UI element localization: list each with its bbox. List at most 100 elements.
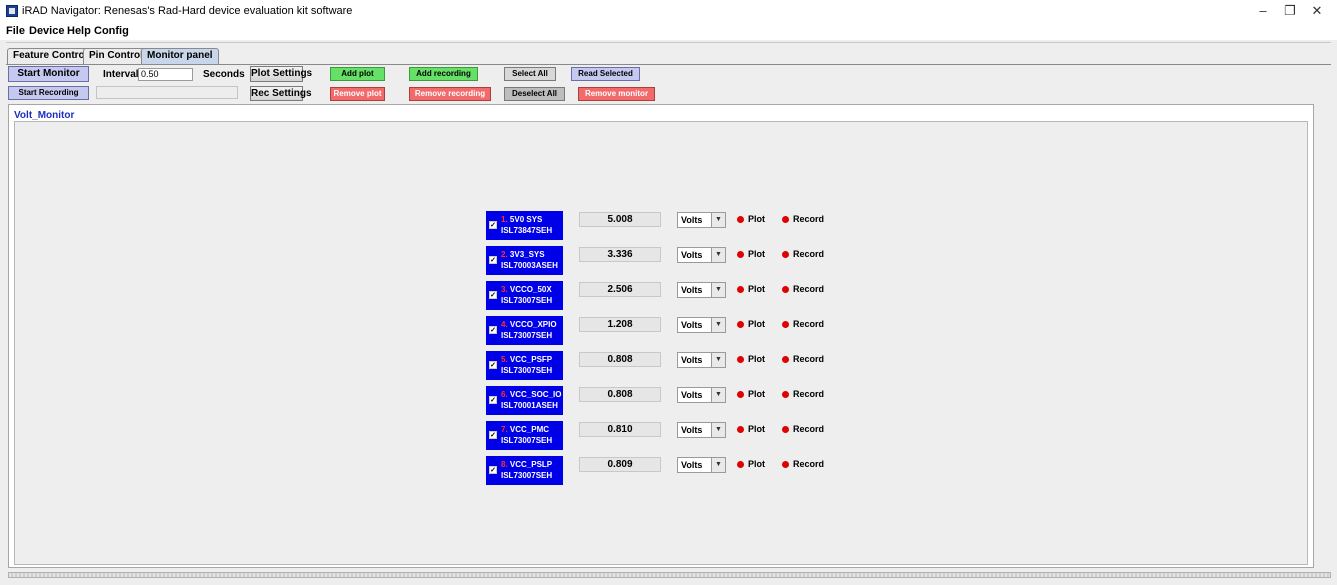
menu-config[interactable]: Config bbox=[94, 25, 129, 37]
channel-value: 0.808 bbox=[579, 352, 661, 367]
channel-value: 0.810 bbox=[579, 422, 661, 437]
channel-label[interactable]: ✓ 2. 3V3_SYS ISL70003ASEH bbox=[486, 246, 563, 275]
tab-monitor-panel[interactable]: Monitor panel bbox=[141, 48, 219, 65]
channel-label[interactable]: ✓ 6. VCC_SOC_IO ISL70001ASEH bbox=[486, 386, 563, 415]
record-toggle-label[interactable]: Record bbox=[793, 459, 824, 469]
plot-toggle-label[interactable]: Plot bbox=[748, 214, 765, 224]
record-status-dot-icon[interactable] bbox=[782, 461, 789, 468]
record-status-dot-icon[interactable] bbox=[782, 321, 789, 328]
channel-value: 0.809 bbox=[579, 457, 661, 472]
chevron-down-icon[interactable]: ▼ bbox=[711, 213, 725, 227]
channel-label[interactable]: ✓ 4. VCCO_XPIO ISL73007SEH bbox=[486, 316, 563, 345]
unit-select[interactable]: Volts ▼ bbox=[677, 422, 726, 438]
channel-label[interactable]: ✓ 5. VCC_PSFP ISL73007SEH bbox=[486, 351, 563, 380]
chevron-down-icon[interactable]: ▼ bbox=[711, 388, 725, 402]
unit-select[interactable]: Volts ▼ bbox=[677, 317, 726, 333]
channel-checkbox[interactable]: ✓ bbox=[489, 431, 497, 439]
deselect-all-button[interactable]: Deselect All bbox=[504, 87, 565, 101]
channel-checkbox[interactable]: ✓ bbox=[489, 466, 497, 474]
plot-settings-button[interactable]: Plot Settings bbox=[250, 66, 312, 82]
remove-monitor-button[interactable]: Remove monitor bbox=[578, 87, 655, 101]
record-status-dot-icon[interactable] bbox=[782, 426, 789, 433]
chevron-down-icon[interactable]: ▼ bbox=[711, 353, 725, 367]
channel-name-line: 6. VCC_SOC_IO bbox=[501, 390, 561, 399]
record-toggle-label[interactable]: Record bbox=[793, 424, 824, 434]
channel-label[interactable]: ✓ 1. 5V0 SYS ISL73847SEH bbox=[486, 211, 563, 240]
record-status-dot-icon[interactable] bbox=[782, 216, 789, 223]
select-all-button[interactable]: Select All bbox=[504, 67, 556, 81]
unit-select[interactable]: Volts ▼ bbox=[677, 247, 726, 263]
plot-toggle-label[interactable]: Plot bbox=[748, 424, 765, 434]
record-toggle-label[interactable]: Record bbox=[793, 389, 824, 399]
plot-status-dot-icon[interactable] bbox=[737, 461, 744, 468]
plot-status-dot-icon[interactable] bbox=[737, 321, 744, 328]
close-icon[interactable]: ✕ bbox=[1300, 0, 1334, 22]
record-toggle-label[interactable]: Record bbox=[793, 354, 824, 364]
title-bar: iRAD Navigator: Renesas's Rad-Hard devic… bbox=[0, 0, 1337, 22]
add-recording-button[interactable]: Add recording bbox=[409, 67, 478, 81]
channel-label[interactable]: ✓ 7. VCC_PMC ISL73007SEH bbox=[486, 421, 563, 450]
record-status-dot-icon[interactable] bbox=[782, 286, 789, 293]
read-selected-button[interactable]: Read Selected bbox=[571, 67, 640, 81]
plot-toggle-label[interactable]: Plot bbox=[748, 319, 765, 329]
unit-select-value: Volts bbox=[681, 425, 703, 435]
tab-pin-control[interactable]: Pin Control bbox=[83, 48, 149, 64]
plot-toggle-label[interactable]: Plot bbox=[748, 249, 765, 259]
start-recording-button[interactable]: Start Recording bbox=[8, 86, 89, 100]
plot-status-dot-icon[interactable] bbox=[737, 426, 744, 433]
chevron-down-icon[interactable]: ▼ bbox=[711, 423, 725, 437]
tab-feature-control[interactable]: Feature Control bbox=[7, 48, 94, 64]
menu-help[interactable]: Help bbox=[67, 25, 91, 37]
unit-select[interactable]: Volts ▼ bbox=[677, 212, 726, 228]
unit-select-value: Volts bbox=[681, 285, 703, 295]
channel-name: VCC_PMC bbox=[509, 425, 550, 434]
plot-toggle-label[interactable]: Plot bbox=[748, 389, 765, 399]
plot-toggle-label[interactable]: Plot bbox=[748, 459, 765, 469]
record-toggle-label[interactable]: Record bbox=[793, 249, 824, 259]
plot-status-dot-icon[interactable] bbox=[737, 356, 744, 363]
menu-file[interactable]: File bbox=[6, 25, 25, 37]
chevron-down-icon[interactable]: ▼ bbox=[711, 283, 725, 297]
record-toggle-label[interactable]: Record bbox=[793, 214, 824, 224]
seconds-label: Seconds bbox=[203, 69, 245, 80]
channel-checkbox[interactable]: ✓ bbox=[489, 326, 497, 334]
chevron-down-icon[interactable]: ▼ bbox=[711, 458, 725, 472]
plot-status-dot-icon[interactable] bbox=[737, 391, 744, 398]
remove-recording-button[interactable]: Remove recording bbox=[409, 87, 491, 101]
channel-device: ISL73007SEH bbox=[501, 436, 553, 445]
remove-plot-button[interactable]: Remove plot bbox=[330, 87, 385, 101]
plot-status-dot-icon[interactable] bbox=[737, 286, 744, 293]
record-status-dot-icon[interactable] bbox=[782, 356, 789, 363]
record-toggle-label[interactable]: Record bbox=[793, 284, 824, 294]
unit-select[interactable]: Volts ▼ bbox=[677, 387, 726, 403]
channel-checkbox[interactable]: ✓ bbox=[489, 361, 497, 369]
channel-checkbox[interactable]: ✓ bbox=[489, 221, 497, 229]
start-monitor-button[interactable]: Start Monitor bbox=[8, 66, 89, 82]
channel-value: 0.808 bbox=[579, 387, 661, 402]
unit-select-value: Volts bbox=[681, 460, 703, 470]
unit-select[interactable]: Volts ▼ bbox=[677, 282, 726, 298]
channel-checkbox[interactable]: ✓ bbox=[489, 256, 497, 264]
interval-input[interactable]: 0.50 bbox=[138, 68, 193, 81]
channel-label[interactable]: ✓ 3. VCCO_50X ISL73007SEH bbox=[486, 281, 563, 310]
unit-select[interactable]: Volts ▼ bbox=[677, 352, 726, 368]
chevron-down-icon[interactable]: ▼ bbox=[711, 318, 725, 332]
plot-status-dot-icon[interactable] bbox=[737, 216, 744, 223]
status-strip bbox=[8, 572, 1331, 578]
plot-toggle-label[interactable]: Plot bbox=[748, 354, 765, 364]
recording-file-field bbox=[96, 86, 238, 99]
plot-status-dot-icon[interactable] bbox=[737, 251, 744, 258]
menu-device[interactable]: Device bbox=[29, 25, 64, 37]
unit-select[interactable]: Volts ▼ bbox=[677, 457, 726, 473]
chevron-down-icon[interactable]: ▼ bbox=[711, 248, 725, 262]
plot-toggle-label[interactable]: Plot bbox=[748, 284, 765, 294]
record-toggle-label[interactable]: Record bbox=[793, 319, 824, 329]
record-status-dot-icon[interactable] bbox=[782, 251, 789, 258]
channel-name: VCCO_XPIO bbox=[509, 320, 557, 329]
record-status-dot-icon[interactable] bbox=[782, 391, 789, 398]
channel-label[interactable]: ✓ 8. VCC_PSLP ISL73007SEH bbox=[486, 456, 563, 485]
add-plot-button[interactable]: Add plot bbox=[330, 67, 385, 81]
rec-settings-button[interactable]: Rec Settings bbox=[250, 86, 312, 101]
channel-checkbox[interactable]: ✓ bbox=[489, 396, 497, 404]
channel-checkbox[interactable]: ✓ bbox=[489, 291, 497, 299]
